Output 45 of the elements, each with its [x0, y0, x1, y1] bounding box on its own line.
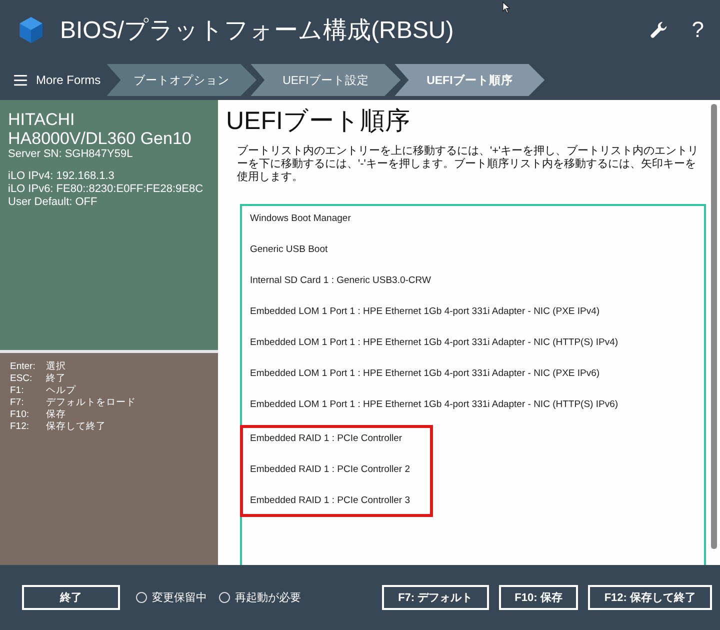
key-name: F7:: [10, 397, 25, 409]
key-name: F1:: [10, 385, 25, 397]
app-title: BIOS/プラットフォーム構成(RBSU): [60, 16, 454, 46]
footer-button[interactable]: F12: 保存して終了: [588, 585, 712, 610]
key-action: 終了: [46, 373, 66, 385]
wrench-icon[interactable]: [650, 21, 668, 39]
boot-entry[interactable]: Embedded RAID 1 : PCIe Controller 3: [243, 490, 410, 514]
menu-icon[interactable]: [14, 74, 27, 86]
description-text: ブートリスト内のエントリーを上に移動するには、'+'キーを押し、ブートリスト内のエントリーを下に移動するには、'-'キーを押します。ブート順序リスト内を移動するには、矢印キーを使用します。: [237, 145, 700, 184]
exit-button[interactable]: 終了: [22, 585, 120, 610]
boot-entry[interactable]: Windows Boot Manager: [242, 208, 704, 239]
status-label: 再起動が必要: [235, 590, 301, 605]
boot-entry[interactable]: Embedded LOM 1 Port 1 : HPE Ethernet 1Gb 4-port 331i Adapter - NIC (PXE IPv6): [242, 363, 704, 394]
footer-button[interactable]: F7: デフォルト: [382, 585, 489, 610]
info-line: iLO IPv6: FE80::8230:E0FF:FE28:9E8C: [8, 183, 204, 196]
key-name: ESC:: [10, 373, 34, 385]
boot-entry[interactable]: Embedded RAID 1 : PCIe Controller: [243, 428, 410, 459]
mouse-cursor-icon: [502, 1, 511, 14]
boot-entry[interactable]: Embedded LOM 1 Port 1 : HPE Ethernet 1Gb 4-port 331i Adapter - NIC (PXE IPv4): [242, 301, 704, 332]
scrollbar[interactable]: [711, 104, 717, 549]
key-name: Enter:: [10, 361, 36, 373]
help-icon[interactable]: ?: [692, 17, 704, 43]
key-action: 保存: [46, 409, 66, 421]
status-label: 変更保留中: [152, 590, 207, 605]
boot-entry[interactable]: Embedded LOM 1 Port 1 : HPE Ethernet 1Gb 4-port 331i Adapter - NIC (HTTP(S) IPv6): [242, 394, 704, 425]
hexagon-logo-icon: [18, 16, 44, 44]
key-action: ヘルプ: [46, 385, 76, 397]
info-line: iLO IPv4: 192.168.1.3: [8, 170, 116, 183]
breadcrumb-tab[interactable]: ブートオプション: [106, 64, 257, 96]
key-action: 保存して終了: [46, 421, 106, 433]
key-name: F12:: [10, 421, 30, 433]
key-action: デフォルトをロード: [46, 397, 136, 409]
key-name: F10:: [10, 409, 30, 421]
boot-entry[interactable]: Generic USB Boot: [242, 239, 704, 270]
info-line: User Default: OFF: [8, 196, 98, 209]
page-title: UEFIブート順序: [226, 106, 411, 137]
footer-button[interactable]: F10: 保存: [498, 585, 578, 610]
serial-number: Server SN: SGH847Y59L: [8, 148, 134, 160]
vendor-name: HITACHI: [8, 110, 76, 129]
server-model: HA8000V/DL360 Gen10: [8, 129, 192, 148]
boot-entry[interactable]: Embedded RAID 1 : PCIe Controller 2: [243, 459, 410, 490]
boot-entry[interactable]: Embedded LOM 1 Port 1 : HPE Ethernet 1Gb 4-port 331i Adapter - NIC (HTTP(S) IPv4): [242, 332, 704, 363]
key-action: 選択: [46, 361, 66, 373]
boot-entry[interactable]: Internal SD Card 1 : Generic USB3.0-CRW: [242, 270, 704, 301]
breadcrumb-tab[interactable]: UEFIブート設定: [250, 64, 401, 96]
